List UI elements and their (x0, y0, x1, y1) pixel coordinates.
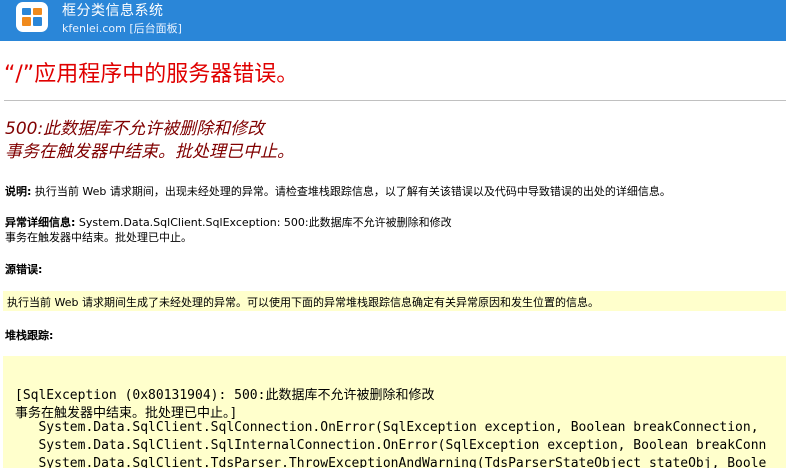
exception-details: 异常详细信息: System.Data.SqlClient.SqlExcepti… (5, 215, 452, 245)
error-message-line1: 500:此数据库不允许被删除和修改 (5, 119, 265, 139)
site-name[interactable]: 框分类信息系统 (62, 0, 164, 20)
exception-text-line2: 事务在触发器中结束。批处理已中止。 (5, 231, 192, 244)
stack-trace-label: 堆栈跟踪: (5, 329, 54, 342)
divider (4, 100, 786, 101)
error-message-line2: 事务在触发器中结束。批处理已中止。 (5, 142, 294, 162)
source-error-label: 源错误: (5, 263, 43, 276)
exception-label: 异常详细信息: (5, 216, 76, 229)
stack-trace-line: [SqlException (0x80131904): 500:此数据库不允许被… (15, 388, 435, 403)
exception-text: System.Data.SqlClient.SqlException: 500:… (75, 216, 452, 229)
header-bar: 框分类信息系统 kfenlei.com [后台面板] (0, 0, 786, 41)
source-error-heading: 源错误: (5, 262, 42, 277)
description-label: 说明: (5, 185, 32, 198)
stack-trace-line: System.Data.SqlClient.TdsParser.ThrowExc… (15, 456, 767, 468)
page-title: “/”应用程序中的服务器错误。 (4, 62, 299, 87)
stack-trace-box: [SqlException (0x80131904): 500:此数据库不允许被… (3, 356, 786, 468)
source-error-box: 执行当前 Web 请求期间生成了未经处理的异常。可以使用下面的异常堆栈跟踪信息确… (3, 291, 786, 311)
site-subtitle[interactable]: kfenlei.com [后台面板] (62, 20, 182, 36)
description: 说明: 执行当前 Web 请求期间，出现未经处理的异常。请检查堆栈跟踪信息，以了… (5, 184, 671, 199)
stack-trace-line: System.Data.SqlClient.SqlInternalConnect… (15, 438, 767, 453)
stack-trace-line: System.Data.SqlClient.SqlConnection.OnEr… (15, 420, 767, 435)
stack-trace-heading: 堆栈跟踪: (5, 328, 53, 343)
kfenlei-logo-icon[interactable] (13, 0, 51, 36)
error-message: 500:此数据库不允许被删除和修改 事务在触发器中结束。批处理已中止。 (5, 118, 294, 164)
description-text: 执行当前 Web 请求期间，出现未经处理的异常。请检查堆栈跟踪信息，以了解有关该… (31, 185, 671, 198)
source-error-text: 执行当前 Web 请求期间生成了未经处理的异常。可以使用下面的异常堆栈跟踪信息确… (7, 296, 599, 309)
stack-trace-line: 事务在触发器中结束。批处理已中止。] (15, 406, 238, 421)
